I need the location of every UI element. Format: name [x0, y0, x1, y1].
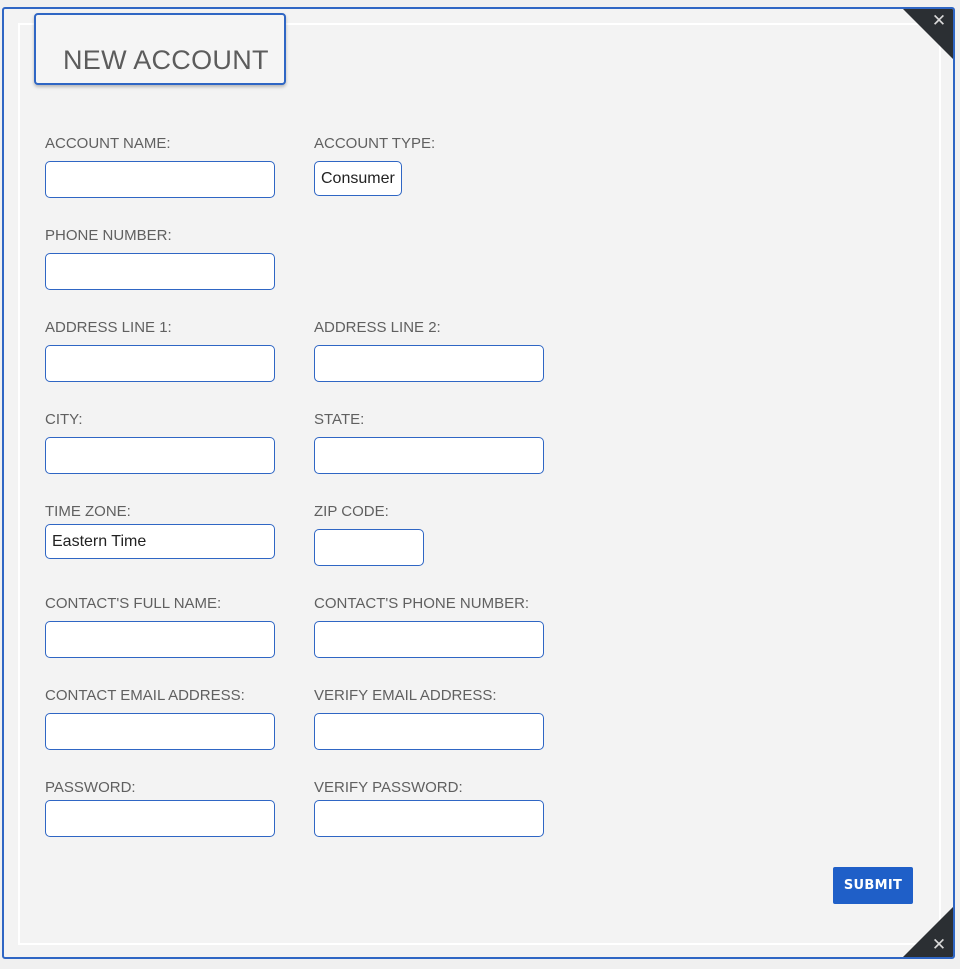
time-zone-select[interactable]: Eastern Time	[45, 524, 275, 559]
submit-button[interactable]: SUBMIT	[833, 867, 913, 904]
contact-full-name-label: CONTACT'S FULL NAME:	[45, 595, 222, 612]
verify-password-label: VERIFY PASSWORD:	[314, 779, 463, 796]
address-line-2-label: ADDRESS LINE 2:	[314, 319, 441, 336]
verify-password-input[interactable]	[314, 800, 544, 837]
password-label: PASSWORD:	[45, 779, 136, 796]
close-icon[interactable]: ✕	[929, 935, 949, 955]
state-label: STATE:	[314, 411, 365, 428]
new-account-dialog: NEW ACCOUNT ✕ ✕ ACCOUNT NAME: ACCOUNT TY…	[2, 7, 955, 959]
address-line-1-label: ADDRESS LINE 1:	[45, 319, 172, 336]
contact-phone-number-label: CONTACT'S PHONE NUMBER:	[314, 595, 530, 612]
zip-code-label: ZIP CODE:	[314, 503, 389, 520]
phone-number-input[interactable]	[45, 253, 275, 290]
city-label: CITY:	[45, 411, 83, 428]
verify-email-input[interactable]	[314, 713, 544, 750]
password-input[interactable]	[45, 800, 275, 837]
address-line-2-input[interactable]	[314, 345, 544, 382]
zip-code-input[interactable]	[314, 529, 424, 566]
account-name-label: ACCOUNT NAME:	[45, 135, 171, 152]
phone-number-label: PHONE NUMBER:	[45, 227, 172, 244]
contact-email-input[interactable]	[45, 713, 275, 750]
contact-full-name-input[interactable]	[45, 621, 275, 658]
contact-email-label: CONTACT EMAIL ADDRESS:	[45, 687, 245, 704]
title-tab: NEW ACCOUNT	[34, 13, 286, 85]
account-type-label: ACCOUNT TYPE:	[314, 135, 436, 152]
city-input[interactable]	[45, 437, 275, 474]
state-input[interactable]	[314, 437, 544, 474]
account-name-input[interactable]	[45, 161, 275, 198]
dialog-title: NEW ACCOUNT	[63, 45, 269, 75]
account-type-select[interactable]: Consumer	[314, 161, 402, 196]
address-line-1-input[interactable]	[45, 345, 275, 382]
time-zone-label: TIME ZONE:	[45, 503, 131, 520]
verify-email-label: VERIFY EMAIL ADDRESS:	[314, 687, 497, 704]
close-icon[interactable]: ✕	[929, 11, 949, 31]
contact-phone-number-input[interactable]	[314, 621, 544, 658]
